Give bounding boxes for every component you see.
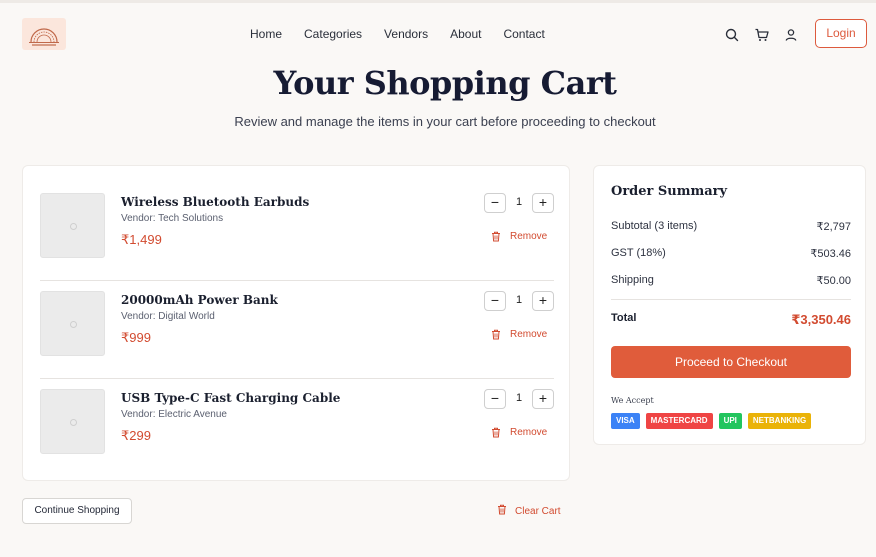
cart-items-card: Wireless Bluetooth Earbuds Vendor: Tech … [22, 165, 570, 481]
quantity-increase-button[interactable]: + [532, 389, 554, 409]
clear-cart-label: Clear Cart [515, 505, 561, 517]
payment-badge-upi: UPI [718, 413, 742, 429]
product-vendor: Vendor: Tech Solutions [121, 213, 224, 224]
search-icon[interactable] [724, 27, 740, 43]
main-nav: Home Categories Vendors About Contact [250, 27, 567, 41]
clear-cart-button[interactable]: Clear Cart [497, 502, 561, 520]
page-subtitle: Review and manage the items in your cart… [234, 114, 656, 129]
image-placeholder-icon [70, 321, 77, 328]
quantity-value: 1 [515, 294, 523, 306]
nav-vendors[interactable]: Vendors [384, 27, 428, 41]
trash-icon [491, 329, 501, 340]
subtotal-value: ₹2,797 [816, 221, 851, 233]
total-row: Total ₹3,350.46 [611, 312, 851, 328]
brand-logo[interactable] [22, 18, 66, 50]
product-price: ₹999 [121, 330, 151, 345]
subtotal-label: Subtotal (3 items) [611, 220, 698, 232]
gst-row: GST (18%) ₹503.46 [611, 247, 851, 260]
shipping-row: Shipping ₹50.00 [611, 274, 851, 287]
cart-icon[interactable] [754, 27, 770, 43]
product-name: USB Type-C Fast Charging Cable [121, 391, 341, 405]
product-image-placeholder [40, 193, 105, 258]
proceed-to-checkout-button[interactable]: Proceed to Checkout [611, 346, 851, 378]
trash-icon [497, 502, 507, 520]
product-vendor: Vendor: Electric Avenue [121, 409, 227, 420]
cart-item: Wireless Bluetooth Earbuds Vendor: Tech … [40, 183, 554, 281]
quantity-decrease-button[interactable]: − [484, 389, 506, 409]
product-price: ₹299 [121, 428, 151, 443]
payment-badge-mastercard: MASTERCARD [645, 413, 713, 429]
quantity-value: 1 [515, 392, 523, 404]
remove-item-button[interactable]: Remove [491, 229, 547, 243]
page-title: Your Shopping Cart [273, 64, 617, 102]
nav-contact[interactable]: Contact [503, 27, 544, 41]
cart-item: USB Type-C Fast Charging Cable Vendor: E… [40, 379, 554, 477]
nav-about[interactable]: About [450, 27, 481, 41]
product-price: ₹1,499 [121, 232, 162, 247]
user-icon[interactable] [783, 27, 799, 43]
quantity-decrease-button[interactable]: − [484, 193, 506, 213]
cart-item: 20000mAh Power Bank Vendor: Digital Worl… [40, 281, 554, 379]
payment-methods: VISA MASTERCARD UPI NETBANKING [611, 413, 812, 429]
continue-shopping-button[interactable]: Continue Shopping [22, 498, 132, 524]
site-header: Home Categories Vendors About Contact Lo… [0, 3, 876, 65]
remove-item-button[interactable]: Remove [491, 327, 547, 341]
subtotal-row: Subtotal (3 items) ₹2,797 [611, 220, 851, 233]
image-placeholder-icon [70, 223, 77, 230]
nav-categories[interactable]: Categories [304, 27, 362, 41]
quantity-increase-button[interactable]: + [532, 291, 554, 311]
we-accept-label: We Accept [611, 396, 654, 405]
payment-badge-visa: VISA [611, 413, 640, 429]
summary-divider [611, 299, 851, 300]
gst-value: ₹503.46 [810, 248, 851, 260]
quantity-increase-button[interactable]: + [532, 193, 554, 213]
product-image-placeholder [40, 389, 105, 454]
shipping-label: Shipping [611, 274, 654, 286]
remove-label: Remove [510, 328, 548, 340]
quantity-value: 1 [515, 196, 523, 208]
login-button[interactable]: Login [815, 19, 867, 48]
payment-badge-netbanking: NETBANKING [747, 413, 812, 429]
total-value: ₹3,350.46 [791, 312, 851, 327]
image-placeholder-icon [70, 419, 77, 426]
product-name: Wireless Bluetooth Earbuds [121, 195, 310, 209]
trash-icon [491, 427, 501, 438]
shipping-value: ₹50.00 [816, 275, 851, 287]
summary-title: Order Summary [611, 184, 728, 199]
nav-home[interactable]: Home [250, 27, 282, 41]
product-image-placeholder [40, 291, 105, 356]
total-label: Total [611, 312, 637, 324]
product-name: 20000mAh Power Bank [121, 293, 278, 307]
trash-icon [491, 231, 501, 242]
gst-label: GST (18%) [611, 247, 666, 259]
remove-label: Remove [510, 426, 548, 438]
order-summary-card: Order Summary Subtotal (3 items) ₹2,797 … [593, 165, 866, 445]
remove-label: Remove [510, 230, 548, 242]
quantity-decrease-button[interactable]: − [484, 291, 506, 311]
product-vendor: Vendor: Digital World [121, 311, 215, 322]
remove-item-button[interactable]: Remove [491, 425, 547, 439]
